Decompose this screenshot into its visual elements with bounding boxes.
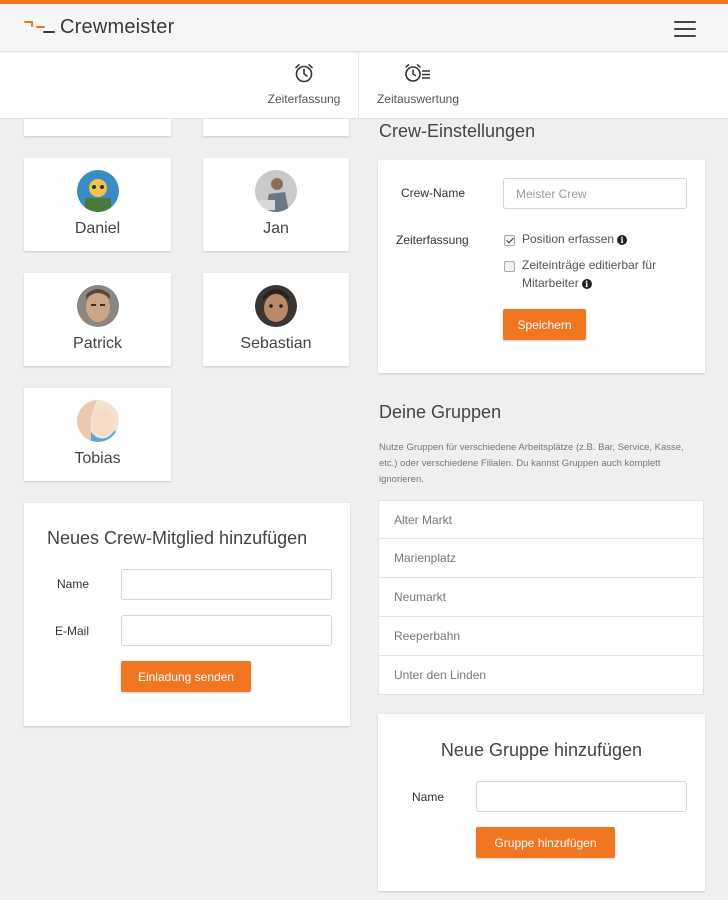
group-item[interactable]: Reeperbahn [378,617,704,656]
group-item[interactable]: Unter den Linden [378,656,704,695]
member-name: Patrick [73,335,122,352]
group-item[interactable]: Neumarkt [378,578,704,617]
crew-name-label: Crew-Name [401,186,466,200]
app-header: Crewmeister [0,4,728,52]
time-tracking-label: Zeiterfassung [396,233,469,247]
groups-description: Nutze Gruppen für verschiedene Arbeitspl… [379,442,684,485]
tab-bar: Zeiterfassung Zeitauswertung [0,53,728,119]
position-checkbox[interactable] [504,235,515,246]
member-name: Tobias [74,450,121,467]
group-list: Alter Markt Marienplatz Neumarkt Reeperb… [378,500,704,695]
member-name-input[interactable] [121,569,332,600]
crew-name-input[interactable] [503,178,687,209]
member-card-sebastian[interactable]: Sebastian [203,273,349,366]
position-option: Position erfassen i [522,230,628,248]
editable-entries-option: Zeiteinträge editierbar für Mitarbeiter i [522,256,682,292]
tab-label: Zeitauswertung [376,92,460,106]
member-email-input[interactable] [121,615,332,646]
groups-title: Deine Gruppen [379,402,502,422]
member-card-patrick[interactable]: Patrick [24,273,171,366]
tab-zeiterfassung[interactable]: Zeiterfassung [256,53,352,119]
tab-divider [358,53,359,119]
info-icon[interactable]: i [617,235,628,245]
group-name-input[interactable] [476,781,687,812]
group-item[interactable]: Marienplatz [378,539,704,578]
crew-settings-card: Crew-Name Zeiterfassung Position erfasse… [378,160,705,373]
crew-settings-title: Crew-Einstellungen [379,121,536,141]
member-name: Jan [263,220,289,237]
email-label: E-Mail [55,624,90,638]
group-item[interactable]: Alter Markt [378,500,704,539]
hamburger-menu-icon[interactable] [674,21,696,37]
alarm-clock-icon [295,64,313,83]
clock-list-icon [405,64,430,82]
save-button[interactable]: Speichern [503,309,586,340]
send-invitation-button[interactable]: Einladung senden [121,661,251,692]
add-member-card: Neues Crew-Mitglied hinzufügen Name E-Ma… [24,503,350,726]
add-group-title: Neue Gruppe hinzufügen [440,740,643,760]
tab-zeitauswertung[interactable]: Zeitauswertung [368,53,468,119]
editable-entries-checkbox[interactable] [504,261,515,272]
add-member-title: Neues Crew-Mitglied hinzufügen [47,528,308,548]
avatar [76,400,119,442]
group-name-label: Name [412,790,445,804]
member-card-jan[interactable]: Jan [203,158,349,251]
name-label: Name [57,577,90,591]
member-name: Sebastian [240,335,312,352]
info-icon[interactable]: i [581,279,592,289]
add-group-button[interactable]: Gruppe hinzufügen [476,827,615,858]
tab-label: Zeiterfassung [267,92,341,106]
avatar [255,285,297,327]
member-card-daniel[interactable]: Daniel [24,158,171,251]
avatar [76,285,119,327]
member-name: Daniel [74,220,121,237]
avatar [76,170,119,212]
crewmeister-logo-icon [24,21,56,37]
avatar [255,170,297,212]
add-group-card: Neue Gruppe hinzufügen Name Gruppe hinzu… [378,714,705,891]
app-title: Crewmeister [60,16,175,38]
member-card-partial[interactable] [24,119,171,136]
position-option-label: Position erfassen [522,232,615,246]
member-card-tobias[interactable]: Tobias [24,388,171,481]
member-card-partial[interactable] [203,119,349,136]
